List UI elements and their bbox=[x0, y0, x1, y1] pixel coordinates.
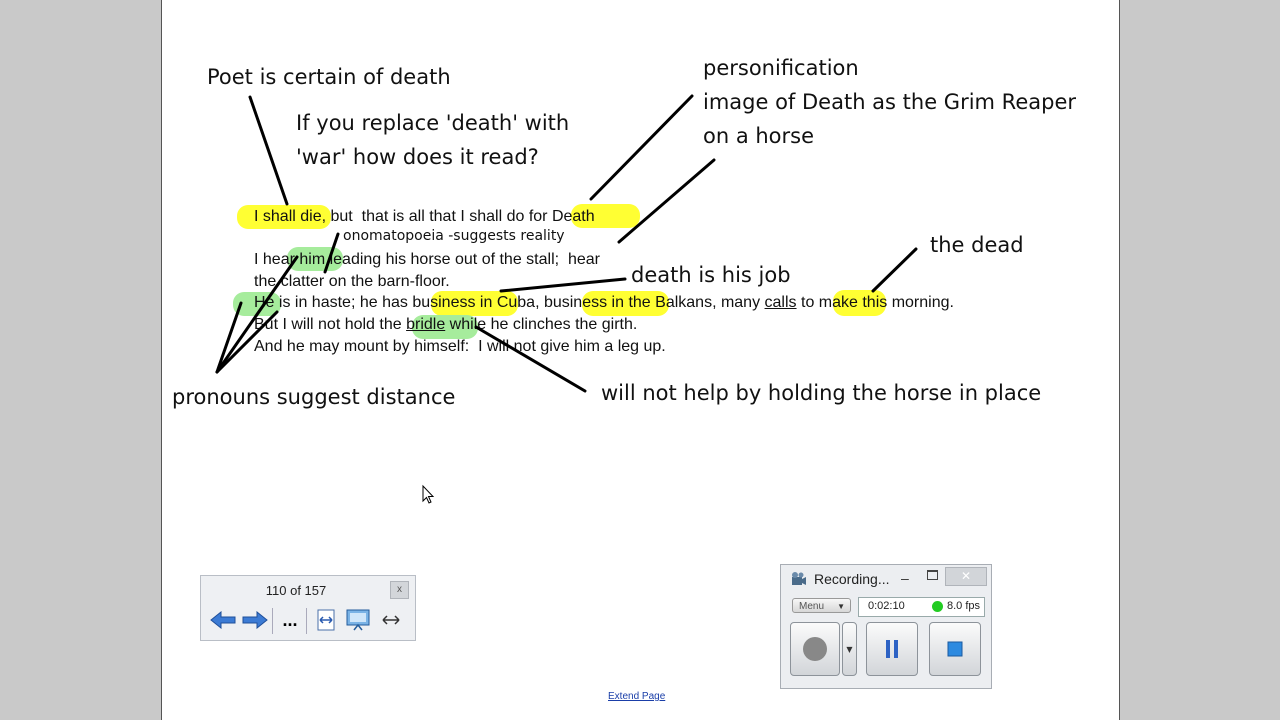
poem-line-2: I hear him leading his horse out of the … bbox=[254, 252, 600, 268]
poem-text: is in haste; he has bbox=[274, 294, 413, 311]
poem-word-calls: calls bbox=[764, 294, 797, 311]
annotation-replace-line2: 'war' how does it read? bbox=[296, 145, 539, 169]
annotation-death-job: death is his job bbox=[631, 263, 791, 287]
poem-line-5: But I will not hold the bridle while he … bbox=[254, 317, 637, 333]
poem-text: while he clinches the girth. bbox=[445, 316, 638, 333]
record-options-dropdown[interactable]: ▼ bbox=[842, 622, 857, 676]
stop-icon bbox=[947, 641, 963, 657]
menu-label: Menu bbox=[799, 601, 825, 612]
toolbar-divider bbox=[306, 608, 307, 634]
toolbar-divider bbox=[272, 608, 273, 634]
minimize-button[interactable]: – bbox=[901, 570, 909, 586]
annotation-personification: personification bbox=[703, 56, 859, 80]
extend-page-link[interactable]: Extend Page bbox=[608, 691, 665, 702]
presentation-icon[interactable] bbox=[345, 608, 371, 632]
poem-text: leading his horse out of the stall; hear bbox=[325, 251, 600, 268]
poem-text: But I will not hold the bbox=[254, 316, 407, 333]
annotation-poet-certain: Poet is certain of death bbox=[207, 65, 451, 89]
fit-width-icon[interactable] bbox=[313, 608, 339, 632]
recorder-app-icon bbox=[790, 571, 806, 591]
poem-phrase-death: r Death bbox=[542, 208, 595, 225]
annotation-not-help: will not help by holding the horse in pl… bbox=[601, 381, 1042, 405]
recorder-title: Recording... bbox=[814, 571, 890, 587]
pause-button[interactable] bbox=[866, 622, 918, 676]
chevron-down-icon: ▼ bbox=[837, 602, 845, 611]
poem-text: in the Balkans, many bbox=[607, 294, 765, 311]
close-button[interactable]: ✕ bbox=[945, 567, 987, 586]
poem-word-he: He bbox=[254, 294, 275, 311]
fps-readout: 8.0 fps bbox=[947, 600, 981, 612]
more-button[interactable]: ... bbox=[277, 608, 303, 632]
page-counter: 110 of 157 bbox=[265, 583, 327, 598]
elapsed-time: 0:02:10 bbox=[868, 600, 905, 612]
expand-icon[interactable] bbox=[378, 608, 404, 632]
poem-word-bridle: bridle bbox=[406, 316, 446, 333]
maximize-button[interactable] bbox=[927, 570, 938, 580]
stop-button[interactable] bbox=[929, 622, 981, 676]
annotation-onomatopoeia: onomatopoeia -suggests reality bbox=[343, 228, 565, 244]
recorder-status-bar: 0:02:10 8.0 fps bbox=[858, 597, 985, 617]
poem-line-1: I shall die, but that is all that I shal… bbox=[254, 209, 595, 225]
annotation-grim-reaper-line1: image of Death as the Grim Reaper bbox=[703, 90, 1076, 114]
back-arrow-icon[interactable] bbox=[210, 608, 236, 632]
page-navigator: 110 of 157 x ... bbox=[200, 575, 416, 641]
annotation-pronouns: pronouns suggest distance bbox=[172, 385, 456, 409]
poem-text: I hear bbox=[254, 251, 300, 268]
poem-text: in Cuba bbox=[475, 294, 536, 311]
annotation-replace-line1: If you replace 'death' with bbox=[296, 111, 570, 135]
annotation-the-dead: the dead bbox=[930, 233, 1024, 257]
poem-phrase-i-shall-die: I shall die bbox=[254, 208, 322, 225]
record-button[interactable] bbox=[790, 622, 840, 676]
annotation-grim-reaper-line2: on a horse bbox=[703, 124, 815, 148]
pause-icon bbox=[886, 640, 898, 658]
forward-arrow-icon[interactable] bbox=[242, 608, 268, 632]
poem-line-4: He is in haste; he has business in Cuba,… bbox=[254, 295, 954, 311]
poem-line-3: the clatter on the barn-floor. bbox=[254, 273, 450, 290]
recorder-panel: Recording... – ✕ Menu ▼ 0:02:10 8.0 fps ▼ bbox=[780, 564, 992, 689]
status-indicator-icon bbox=[932, 601, 943, 612]
chevron-down-icon: ▼ bbox=[846, 644, 853, 654]
poem-text: , but that is all that I shall do fo bbox=[321, 208, 543, 225]
recorder-menu-dropdown[interactable]: Menu ▼ bbox=[792, 598, 851, 613]
poem-word-business: , business bbox=[535, 294, 608, 311]
record-icon bbox=[803, 637, 827, 661]
navigator-close-button[interactable]: x bbox=[390, 581, 409, 599]
poem-word-him: him bbox=[299, 251, 326, 268]
poem-text: to make this morning. bbox=[796, 294, 954, 311]
poem-line-6: And he may mount by himself: I will not … bbox=[254, 338, 666, 355]
poem-word-business: business bbox=[412, 294, 476, 311]
